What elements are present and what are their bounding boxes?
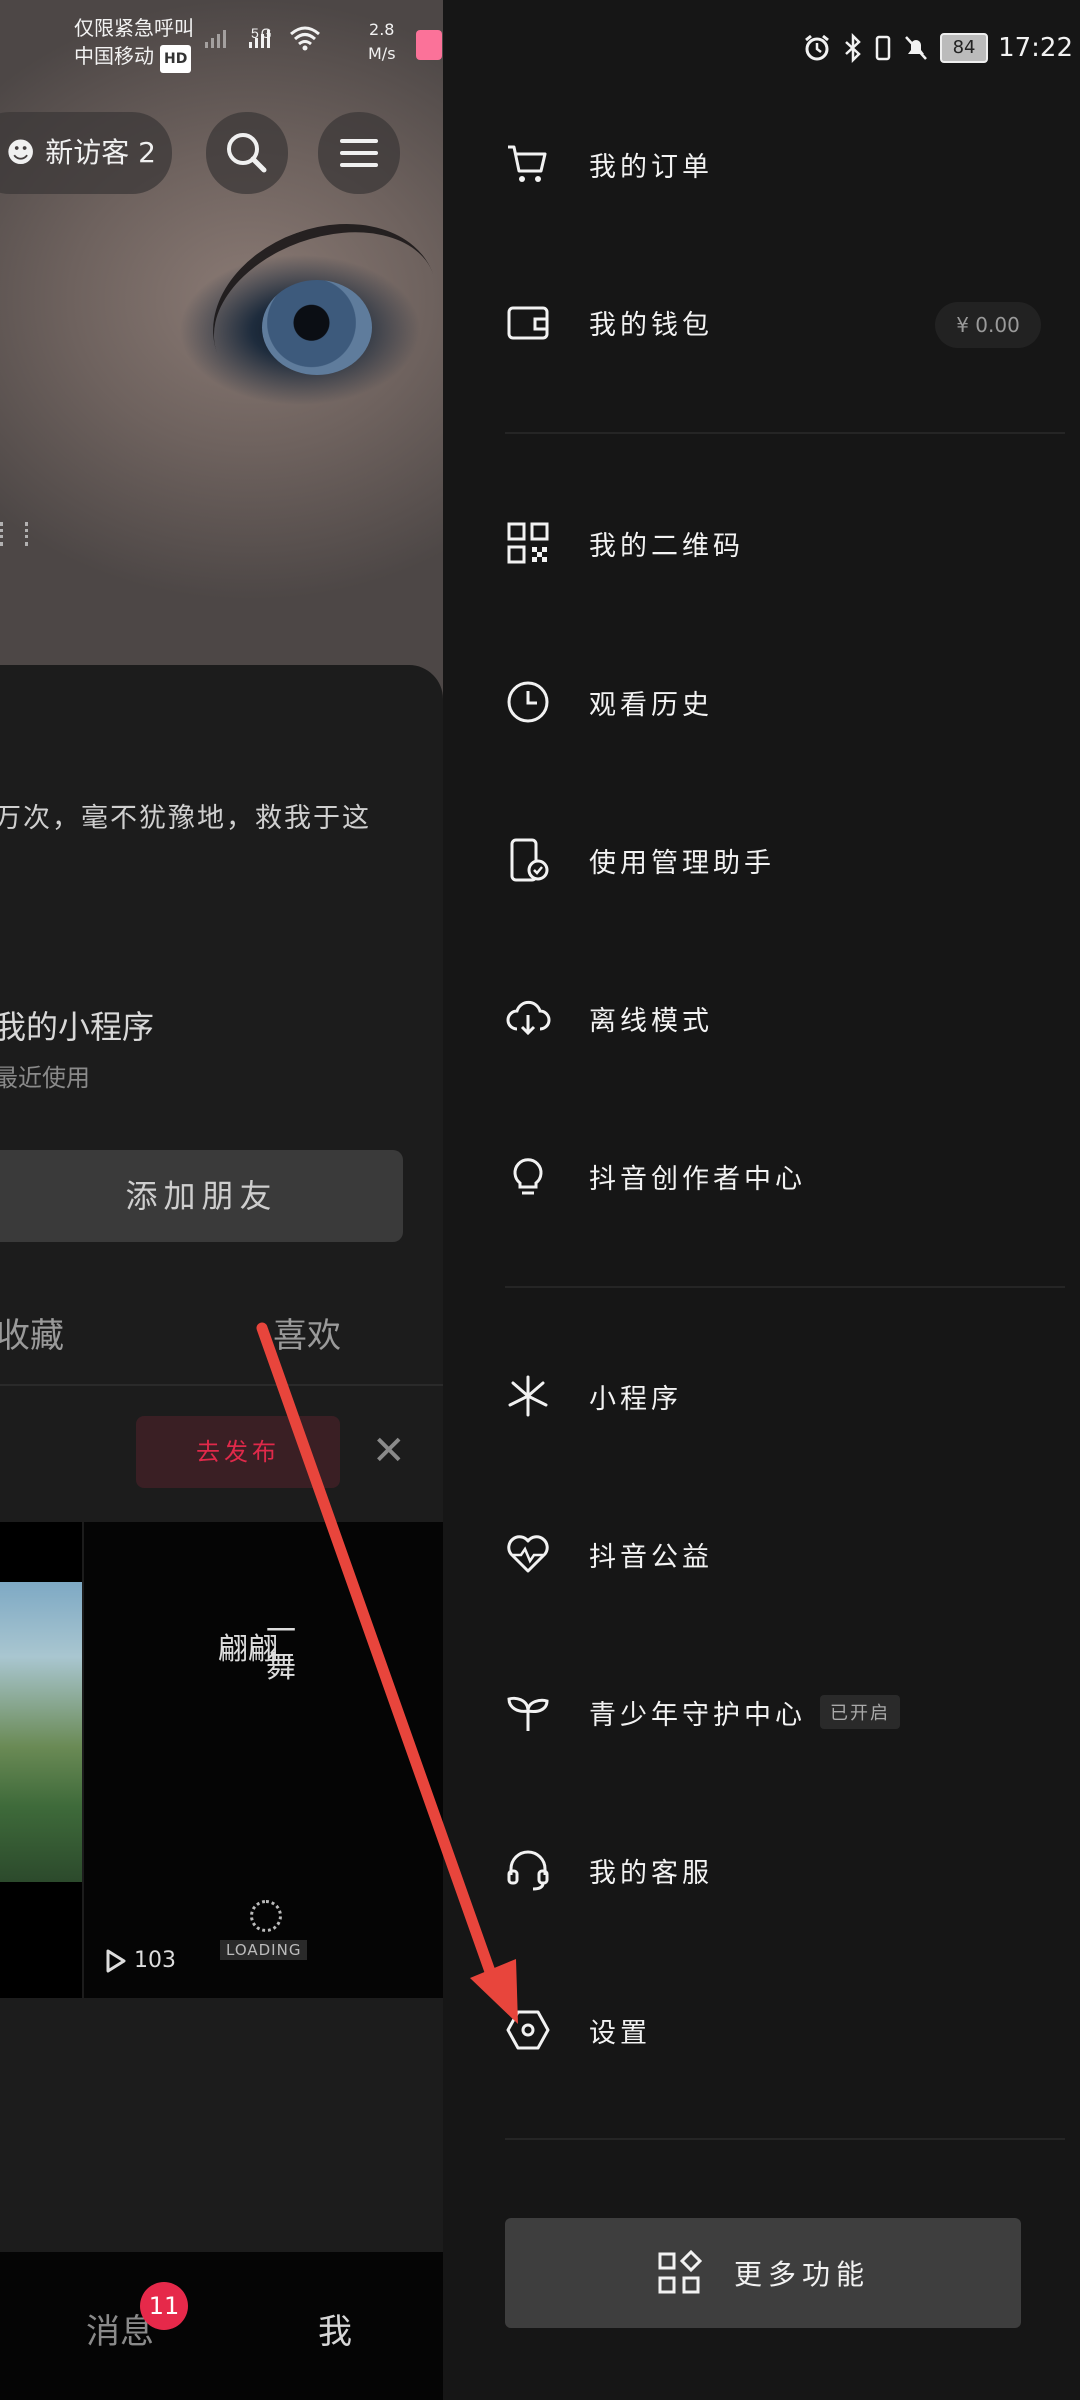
visitor-label: 新访客 — [45, 136, 130, 169]
menu-item-youth-protection[interactable]: 青少年守护中心 已开启 — [505, 1672, 1065, 1752]
nav-me[interactable]: 我 — [318, 2304, 352, 2353]
section-divider — [505, 2138, 1065, 2140]
mini-program-icon — [508, 1375, 548, 1417]
menu-item-label: 我的客服 — [589, 1857, 713, 1889]
grid-icon — [0, 522, 28, 546]
menu-button[interactable] — [318, 112, 400, 194]
menu-item-mini-programs[interactable]: 小程序 — [505, 1356, 1065, 1436]
menu-item-label: 我的订单 — [589, 151, 713, 183]
menu-item-label: 抖音公益 — [589, 1541, 713, 1573]
menu-item-offline-mode[interactable]: 离线模式 — [505, 978, 1065, 1058]
thumbnail-landscape-image — [0, 1582, 82, 1882]
clock-icon — [507, 681, 549, 723]
menu-item-qr-code[interactable]: 我的二维码 — [505, 503, 1065, 583]
video-thumbnail-2[interactable]: 一舞 翩翩 LOADING 103 — [84, 1522, 443, 1998]
carrier-emergency-text: 仅限紧急呼叫 — [74, 16, 194, 40]
app-notification-icon — [416, 30, 442, 60]
settings-hexagon-icon — [506, 2010, 550, 2050]
menu-item-label: 抖音创作者中心 — [589, 1163, 806, 1195]
close-icon[interactable]: ✕ — [372, 1428, 406, 1474]
new-visitors-button[interactable]: ☻ 新访客 2 — [0, 112, 172, 194]
search-icon — [227, 133, 267, 173]
speed-unit: M/s — [368, 44, 396, 63]
clock-time: 17:22 — [998, 33, 1073, 63]
phone-check-icon — [510, 838, 549, 882]
signal-icons: 5G — [205, 20, 355, 66]
mini-program-subtitle: 最近使用 — [0, 1064, 90, 1092]
tab-divider — [0, 1384, 443, 1386]
menu-item-creator-center[interactable]: 抖音创作者中心 — [505, 1136, 1065, 1216]
add-friend-button[interactable]: 添加朋友 — [0, 1150, 403, 1242]
battery-icon: 84 — [940, 33, 989, 63]
play-icon — [106, 1949, 126, 1973]
more-functions-label: 更多功能 — [733, 2258, 870, 2291]
lightbulb-icon — [513, 1158, 543, 1195]
carrier-name: 中国移动 — [74, 44, 154, 68]
speed-value: 2.8 — [369, 20, 395, 39]
menu-item-watch-history[interactable]: 观看历史 — [505, 662, 1065, 742]
tab-likes[interactable]: 喜欢 — [273, 1308, 341, 1357]
hd-badge: HD — [160, 45, 192, 73]
more-functions-button[interactable]: 更多功能 — [505, 2218, 1021, 2328]
menu-item-label: 离线模式 — [589, 1005, 713, 1037]
bottom-navigation: 消息 11 我 — [0, 2252, 443, 2400]
section-divider — [505, 432, 1065, 434]
menu-item-customer-service[interactable]: 我的客服 — [505, 1830, 1065, 1910]
loading-spinner-icon — [250, 1900, 282, 1932]
profile-cover-image — [0, 0, 443, 700]
menu-item-orders[interactable]: 我的订单 — [505, 124, 1065, 204]
cloud-download-icon — [506, 1001, 551, 1036]
menu-item-label: 观看历史 — [589, 689, 713, 721]
hamburger-menu-icon — [340, 139, 378, 167]
side-drawer: 84 17:22 我的订单 我的钱包 ¥ 0.00 我的二维码 观看历史 使用管… — [443, 0, 1080, 2400]
profile-bio: 万次，毫不犹豫地，救我于这 — [0, 803, 371, 834]
menu-item-usage-assistant[interactable]: 使用管理助手 — [505, 820, 1065, 900]
menu-item-label: 我的二维码 — [589, 530, 744, 562]
loading-label: LOADING — [220, 1940, 308, 1960]
search-button[interactable] — [206, 112, 288, 194]
menu-item-label: 我的钱包 — [589, 309, 713, 341]
calligraphy-text-a: 翩翩 — [218, 1632, 278, 1667]
cart-icon — [508, 145, 547, 182]
messages-badge: 11 — [140, 2282, 188, 2330]
mute-bell-icon — [905, 36, 927, 60]
menu-item-settings[interactable]: 设置 — [505, 1990, 1065, 2070]
vibrate-icon — [875, 35, 891, 61]
status-bar-right: 84 17:22 — [733, 28, 1073, 68]
cover-eye-iris — [262, 280, 372, 375]
sprout-icon — [507, 1696, 549, 1731]
profile-page-background: 仅限紧急呼叫 中国移动 HD 5G 2.8 M/s ☻ 新访客 2 万次，毫不犹豫地… — [0, 0, 443, 2400]
heart-pulse-icon — [507, 1535, 549, 1573]
section-divider — [505, 1286, 1065, 1288]
apps-grid-icon — [658, 2250, 702, 2294]
menu-item-label: 青少年守护中心 — [589, 1699, 806, 1731]
signal-wifi-icon: 5G — [205, 25, 320, 51]
tab-favorites[interactable]: 收藏 — [0, 1308, 64, 1357]
status-badge: 已开启 — [820, 1695, 900, 1729]
network-speed: 2.8 M/s — [368, 18, 396, 66]
bluetooth-icon — [845, 33, 861, 63]
play-count: 103 — [102, 1948, 176, 1974]
video-thumbnail-1[interactable] — [0, 1522, 82, 1998]
wallet-balance: ¥ 0.00 — [935, 302, 1041, 348]
visitor-count: 2 — [138, 136, 156, 169]
mini-program-title[interactable]: 我的小程序 — [0, 1002, 154, 1048]
alarm-icon — [805, 34, 829, 61]
wallet-icon — [507, 306, 549, 340]
play-count-value: 103 — [134, 1948, 176, 1973]
headset-icon — [507, 1850, 549, 1891]
menu-item-label: 小程序 — [589, 1383, 682, 1415]
publish-button[interactable]: 去发布 — [136, 1416, 340, 1488]
person-icon: ☻ — [6, 136, 36, 169]
menu-item-charity[interactable]: 抖音公益 — [505, 1514, 1065, 1594]
qr-code-icon — [507, 522, 549, 564]
menu-item-label: 使用管理助手 — [589, 847, 775, 879]
status-bar-left: 仅限紧急呼叫 中国移动 HD — [74, 14, 194, 73]
menu-item-label: 设置 — [589, 2017, 651, 2049]
